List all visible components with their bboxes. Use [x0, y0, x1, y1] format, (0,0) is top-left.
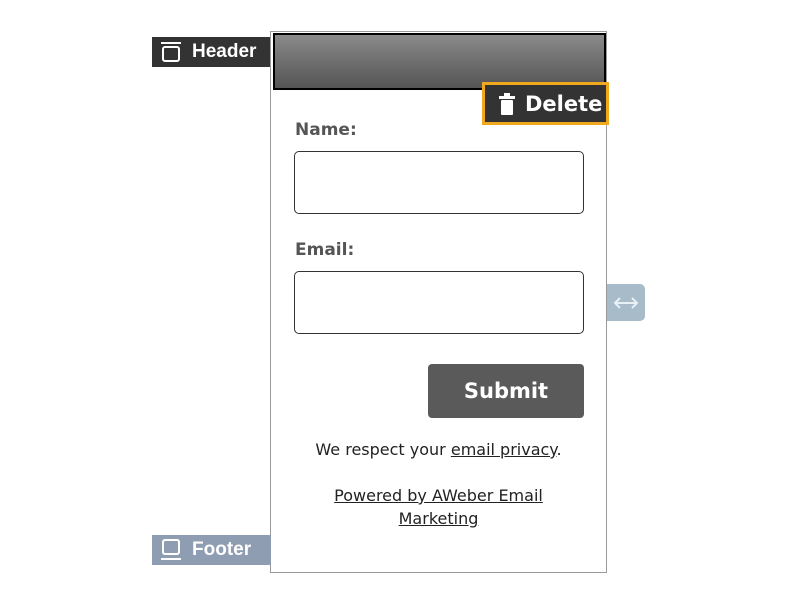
email-label: Email:	[295, 240, 355, 260]
email-input[interactable]	[294, 271, 584, 334]
privacy-suffix: .	[556, 440, 562, 459]
horizontal-resize-icon	[613, 296, 639, 309]
privacy-prefix: We respect your	[315, 440, 451, 459]
footer-tag-label: Footer	[192, 539, 252, 560]
delete-button-label: Delete	[525, 91, 603, 116]
powered-by: Powered by AWeber Email Marketing	[322, 484, 555, 530]
powered-by-link[interactable]: Powered by AWeber Email Marketing	[334, 486, 543, 528]
privacy-notice: We respect your email privacy.	[272, 440, 605, 459]
name-input[interactable]	[294, 151, 584, 214]
header-layout-icon	[161, 42, 181, 62]
email-privacy-link[interactable]: email privacy	[451, 440, 557, 459]
header-tag-label: Header	[192, 41, 257, 62]
footer-layout-icon	[161, 539, 181, 560]
submit-button[interactable]: Submit	[428, 364, 584, 418]
resize-handle[interactable]	[607, 284, 645, 321]
header-section-tag[interactable]: Header	[152, 37, 271, 67]
delete-button[interactable]: Delete	[482, 82, 609, 125]
name-label: Name:	[295, 120, 357, 140]
footer-section-tag[interactable]: Footer	[152, 535, 271, 565]
trash-icon	[499, 92, 515, 115]
